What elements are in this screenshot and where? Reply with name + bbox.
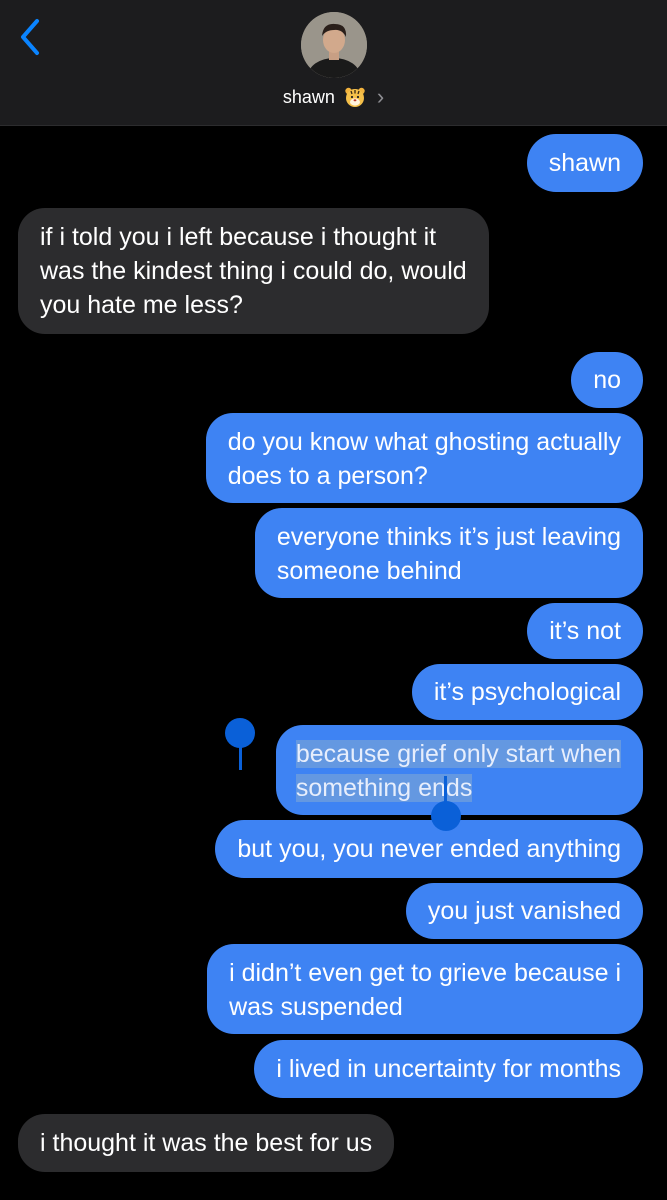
message-text: you hate me less? xyxy=(40,291,243,319)
message-text: i thought it was the best for us xyxy=(40,1129,373,1157)
message-text: but you, you never ended anything xyxy=(237,835,621,863)
tiger-emoji-icon xyxy=(343,85,367,109)
message-text: if i told you i left because i thought i… xyxy=(40,223,437,251)
sent-message[interactable]: do you know what ghosting actually does … xyxy=(205,413,643,503)
back-button[interactable] xyxy=(10,12,50,62)
conversation-header: shawn › xyxy=(0,0,667,126)
avatar-image xyxy=(301,12,367,78)
sent-message[interactable]: no xyxy=(571,352,643,408)
selection-end-stem xyxy=(444,776,447,802)
message-text: someone behind xyxy=(276,557,462,585)
contact-name: shawn xyxy=(282,86,335,107)
message-text: everyone thinks it’s just leaving xyxy=(276,523,621,551)
sent-message[interactable]: i didn’t even get to grieve because i wa… xyxy=(207,944,643,1034)
message-text: i didn’t even get to grieve because i xyxy=(229,959,621,987)
received-message[interactable]: i thought it was the best for us xyxy=(10,1114,395,1172)
message-text: shawn xyxy=(548,149,621,177)
sent-message[interactable]: everyone thinks it’s just leaving someon… xyxy=(254,508,643,598)
selection-start-stem xyxy=(239,740,242,770)
message-text: it’s not xyxy=(549,617,621,645)
sent-message[interactable]: it’s not xyxy=(527,603,643,659)
chevron-left-icon xyxy=(21,19,39,55)
sent-message[interactable]: i lived in uncertainty for months xyxy=(254,1040,650,1098)
sent-message[interactable]: but you, you never ended anything xyxy=(215,820,643,878)
sent-message[interactable]: shawn xyxy=(526,134,651,192)
message-text: it’s psychological xyxy=(433,678,621,706)
message-text: i lived in uncertainty for months xyxy=(276,1055,621,1083)
selected-text[interactable]: because grief only start when xyxy=(295,740,621,768)
message-text: you just vanished xyxy=(427,897,621,925)
contact-avatar[interactable] xyxy=(301,12,367,78)
chevron-right-icon: › xyxy=(376,84,385,109)
message-text: does to a person? xyxy=(227,462,428,490)
selection-end-handle[interactable] xyxy=(431,801,461,831)
sent-message[interactable]: you just vanished xyxy=(405,883,643,939)
sent-message-selected[interactable]: because grief only start when something … xyxy=(275,725,643,815)
sent-message[interactable]: it’s psychological xyxy=(411,664,643,720)
message-text: was the kindest thing i could do, would xyxy=(40,257,467,285)
message-text: do you know what ghosting actually xyxy=(227,428,621,456)
message-text: was suspended xyxy=(229,993,403,1021)
received-message[interactable]: if i told you i left because i thought i… xyxy=(11,208,489,334)
message-text: no xyxy=(593,366,621,394)
contact-name-row[interactable]: shawn › xyxy=(0,82,667,112)
